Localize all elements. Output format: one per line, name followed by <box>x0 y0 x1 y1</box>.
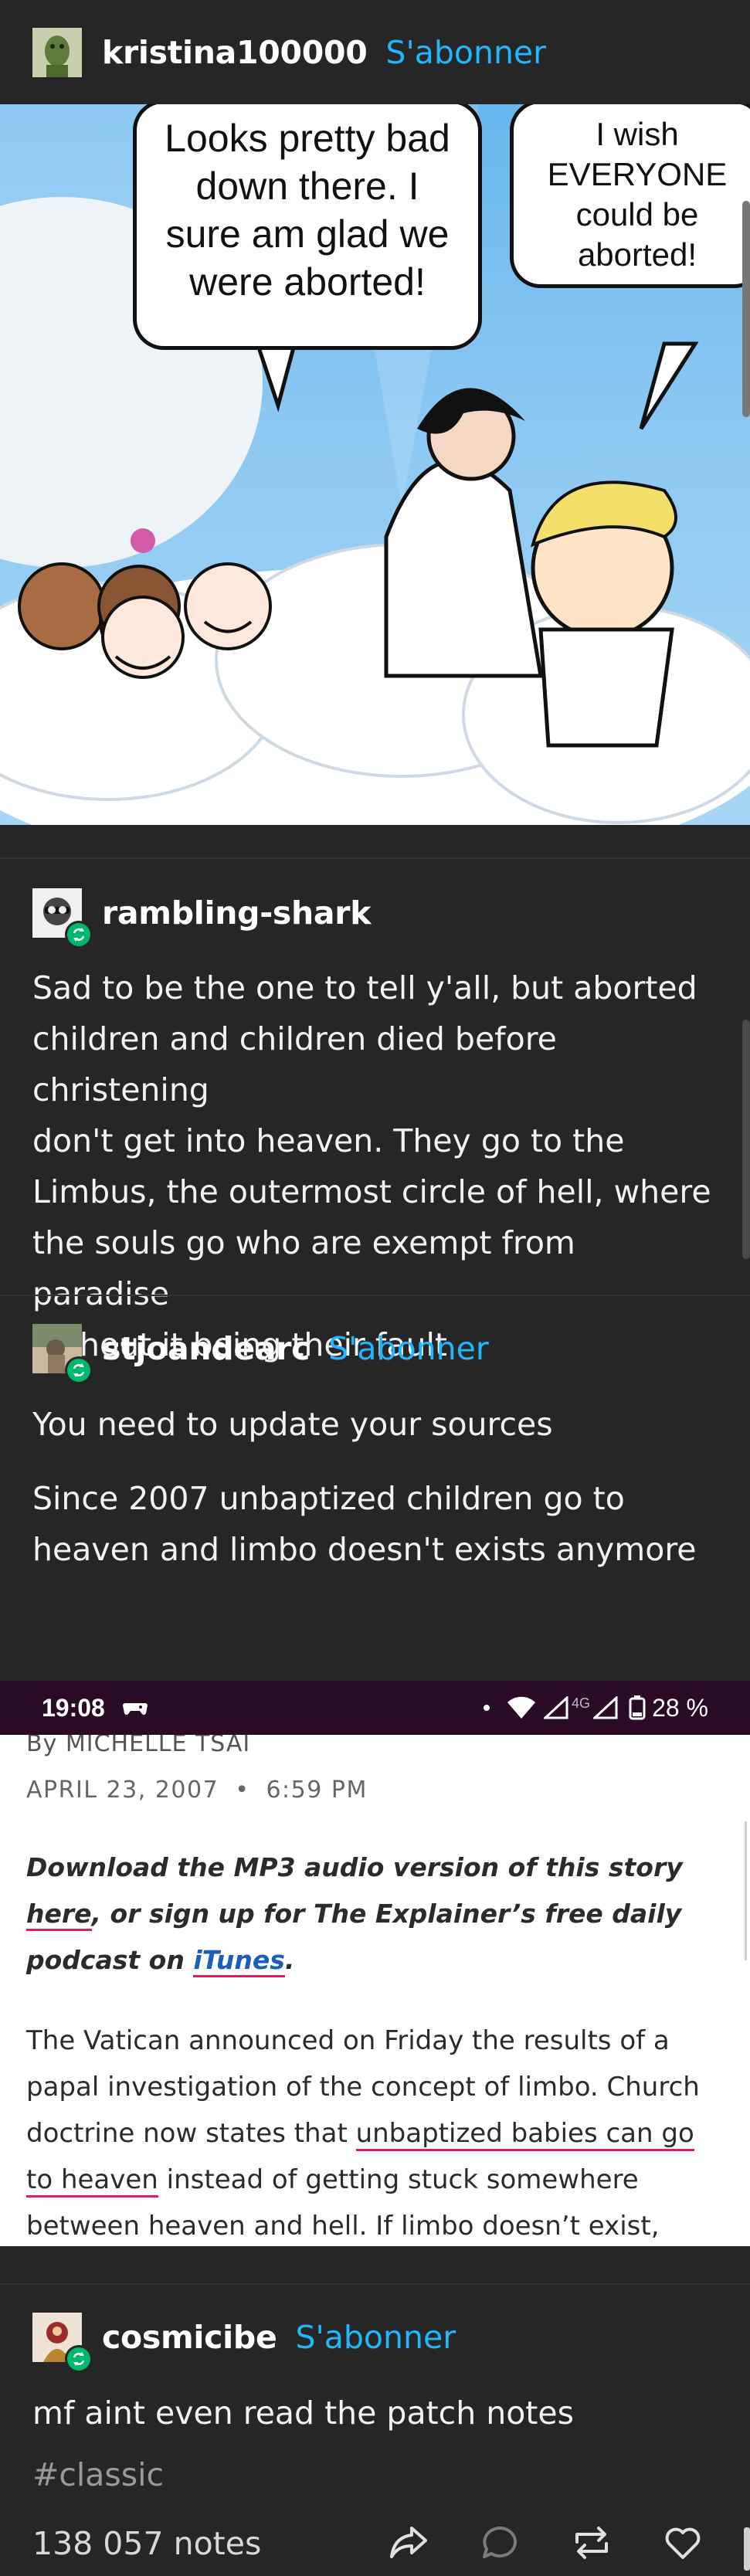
promo-text: , or sign up for The Explainer’s free da… <box>91 1899 682 1929</box>
article-paragraph: papal investigation of the concept of li… <box>26 2072 700 2103</box>
bubble-line: aborted! <box>577 236 697 273</box>
promo-text: . <box>284 1945 295 1975</box>
promo-text: podcast on <box>26 1945 194 1975</box>
text-line: heaven and limbo doesn't exists anymore <box>32 1531 697 1568</box>
post-header-rambling-shark: rambling-shark <box>0 888 750 949</box>
scroll-indicator[interactable] <box>742 1020 750 1259</box>
divider <box>0 2283 750 2285</box>
divider <box>0 1295 750 1296</box>
battery-icon <box>629 1695 646 1720</box>
bubble-line: EVERYONE <box>547 156 728 192</box>
article-scrollbar[interactable] <box>745 1821 747 1960</box>
username[interactable]: stjoandearc <box>102 1330 310 1367</box>
follow-button[interactable]: S'abonner <box>328 1330 489 1367</box>
article-byline: By MICHELLE TSAI <box>26 1735 251 1757</box>
post-header-stjoandearc: stjoandearc S'abonner <box>0 1324 750 1384</box>
share-icon <box>390 2527 427 2558</box>
avatar[interactable] <box>32 28 82 77</box>
notes-count[interactable]: 138 057 notes <box>32 2525 261 2562</box>
bubble-line: could be <box>575 196 699 232</box>
signal-icon <box>593 1696 618 1719</box>
scroll-indicator[interactable] <box>744 2527 750 2571</box>
separator: • <box>235 1777 250 1804</box>
text-line: don't get into heaven. They go to the <box>32 1122 625 1159</box>
text-line: mf aint even read the patch notes <box>32 2394 574 2432</box>
like-button[interactable] <box>637 2518 728 2568</box>
article-screenshot: By MICHELLE TSAI APRIL 23, 2007 • 6:59 P… <box>0 1735 750 2246</box>
article-promo: here, or sign up for The Explainer’s fre… <box>26 1891 681 1937</box>
text-line: Since 2007 unbaptized children go to <box>32 1480 625 1517</box>
reblog-button[interactable] <box>546 2518 637 2568</box>
battery-percent: 28 % <box>652 1693 708 1722</box>
bubble-line: I wish <box>596 116 679 152</box>
paragraph-text: doctrine now states that <box>26 2118 356 2149</box>
follow-button[interactable]: S'abonner <box>295 2319 456 2356</box>
itunes-link[interactable]: iTunes <box>193 1945 285 1977</box>
bubble-line: sure am glad we <box>165 212 450 256</box>
article-link[interactable]: unbaptized babies can go <box>355 2118 694 2151</box>
post-header-cosmicibe: cosmicibe S'abonner <box>0 2313 750 2373</box>
heart-icon <box>665 2527 701 2559</box>
reply-button[interactable] <box>455 2518 546 2568</box>
text-line: children and children died before christ… <box>32 1020 557 1108</box>
action-bar <box>364 2518 728 2568</box>
reblog-icon <box>65 1356 93 1384</box>
speech-bubble-left: Looks pretty bad down there. I sure am g… <box>133 104 482 350</box>
time-text: 6:59 PM <box>266 1777 368 1804</box>
username[interactable]: cosmicibe <box>102 2319 277 2356</box>
article-paragraph: The Vatican announced on Friday the resu… <box>26 2025 670 2056</box>
username[interactable]: kristina100000 <box>102 34 368 71</box>
post-footer: 138 057 notes <box>0 2510 750 2576</box>
text-line: Limbus, the outermost circle of hell, wh… <box>32 1173 711 1210</box>
divider <box>0 857 750 859</box>
signal-icon <box>544 1696 568 1719</box>
article-link[interactable]: to heaven <box>26 2164 158 2198</box>
status-time: 19:08 <box>42 1693 105 1722</box>
speech-bubble-right: I wish EVERYONE could be aborted! <box>510 104 750 288</box>
phone-status-bar: 19:08 4G 28 % <box>0 1681 750 1735</box>
scroll-indicator[interactable] <box>742 201 750 417</box>
avatar[interactable] <box>32 1324 93 1384</box>
bubble-line: were aborted! <box>189 260 426 304</box>
reblog-icon <box>65 921 93 949</box>
reblog-icon <box>575 2527 608 2559</box>
avatar[interactable] <box>32 2313 93 2373</box>
article-promo: Download the MP3 audio version of this s… <box>26 1852 683 1882</box>
wifi-icon <box>507 1696 536 1719</box>
bubble-line: Looks pretty bad <box>165 117 450 160</box>
comment-icon <box>483 2526 517 2558</box>
bubble-line: down there. I <box>195 165 419 208</box>
network-label: 4G <box>572 1695 591 1711</box>
paragraph-text: instead of getting stuck somewhere <box>158 2164 639 2195</box>
dot-icon <box>484 1705 490 1711</box>
reblog-icon <box>65 2345 93 2373</box>
text-line: the souls go who are exempt from paradis… <box>32 1224 575 1312</box>
article-paragraph: to heaven instead of getting stuck somew… <box>26 2157 639 2203</box>
gamepad-icon <box>122 1703 148 1715</box>
post-header-kristina: kristina100000 S'abonner <box>0 28 750 77</box>
follow-button[interactable]: S'abonner <box>385 34 546 71</box>
tag-list: #classic <box>32 2449 720 2500</box>
article-paragraph: doctrine now states that unbaptized babi… <box>26 2110 694 2157</box>
article-date: APRIL 23, 2007 • 6:59 PM <box>26 1767 368 1814</box>
username[interactable]: rambling-shark <box>102 894 371 932</box>
comic-image: Looks pretty bad down there. I sure am g… <box>0 104 750 825</box>
avatar[interactable] <box>32 888 93 949</box>
article-paragraph: between heaven and hell. If limbo doesn’… <box>26 2211 660 2242</box>
article-promo: podcast on iTunes. <box>26 1937 294 1984</box>
here-link[interactable]: here <box>26 1899 92 1931</box>
date-text: APRIL 23, 2007 <box>26 1777 219 1804</box>
share-button[interactable] <box>364 2518 455 2568</box>
post-body: Sad to be the one to tell y'all, but abo… <box>32 962 720 1370</box>
text-line: You need to update your sources <box>32 1406 553 1443</box>
tag-link[interactable]: #classic <box>32 2456 164 2493</box>
post-body: mf aint even read the patch notes <box>32 2388 720 2439</box>
post-body: You need to update your sources Since 20… <box>32 1399 720 1575</box>
text-line: Sad to be the one to tell y'all, but abo… <box>32 969 697 1006</box>
